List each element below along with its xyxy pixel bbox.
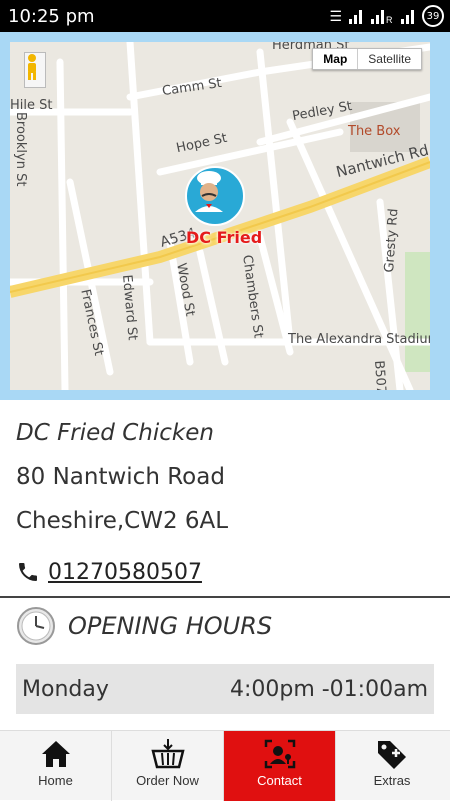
address-line-1: 80 Nantwich Road: [16, 464, 225, 490]
map-type-satellite-button[interactable]: Satellite: [358, 49, 421, 69]
tab-label: Order Now: [136, 773, 199, 788]
restaurant-marker-icon[interactable]: [185, 166, 245, 226]
phone-icon: [19, 563, 37, 581]
tab-home[interactable]: Home: [0, 731, 112, 801]
street-label: Hile St: [10, 98, 53, 113]
contact-info: DC Fried Chicken 80 Nantwich Road Cheshi…: [16, 420, 436, 592]
clock-icon: [17, 607, 55, 645]
divider: [0, 596, 450, 598]
tab-extras[interactable]: Extras: [336, 731, 448, 801]
marker-label: DC Fried: [186, 228, 263, 247]
notification-icon: ☰: [329, 7, 342, 24]
tag-plus-icon: [378, 741, 406, 769]
tab-label: Extras: [373, 773, 411, 788]
street-label: B507: [371, 360, 389, 390]
contact-icon: [264, 739, 295, 769]
bottom-tab-bar: Home Order Now Contact Extras: [0, 730, 450, 801]
hours-day: Monday: [22, 676, 109, 702]
svg-text:R: R: [386, 15, 393, 24]
restaurant-name: DC Fried Chicken: [16, 420, 214, 446]
map-type-toggle: Map Satellite: [312, 48, 422, 70]
address-line-2: Cheshire,CW2 6AL: [16, 508, 229, 534]
battery-icon: 39: [422, 5, 444, 27]
status-time: 10:25 pm: [8, 6, 95, 27]
status-bar: 10:25 pm ☰ R 39: [0, 0, 450, 32]
street-label: Brooklyn St: [13, 112, 28, 187]
map-view[interactable]: Herdman St Camm St Pedley St Brooklyn St…: [10, 42, 430, 390]
signal-roaming-icon: R: [371, 10, 393, 24]
home-icon: [41, 741, 70, 767]
map-type-map-button[interactable]: Map: [313, 49, 359, 69]
tab-contact[interactable]: Contact: [224, 731, 336, 801]
basket-icon: [150, 739, 185, 769]
hours-time: 4:00pm -01:00am: [229, 676, 428, 702]
phone-row[interactable]: 01270580507: [16, 552, 436, 592]
street-label: The Alexandra Stadium: [288, 332, 430, 347]
pegman-icon[interactable]: [24, 52, 46, 88]
street-label: The Box: [348, 124, 401, 139]
map-frame: Herdman St Camm St Pedley St Brooklyn St…: [0, 32, 450, 400]
hours-row: Monday 4:00pm -01:00am: [16, 664, 434, 714]
signal-icon: [349, 10, 362, 24]
opening-hours-title: OPENING HOURS: [68, 612, 273, 640]
tab-label: Home: [38, 773, 73, 788]
signal-icon-2: [401, 10, 414, 24]
opening-hours-header: OPENING HOURS: [16, 606, 272, 646]
tab-order-now[interactable]: Order Now: [112, 731, 224, 801]
tab-label: Contact: [257, 773, 302, 788]
phone-link[interactable]: 01270580507: [48, 560, 202, 585]
status-icons: ☰ R 39: [329, 4, 444, 28]
